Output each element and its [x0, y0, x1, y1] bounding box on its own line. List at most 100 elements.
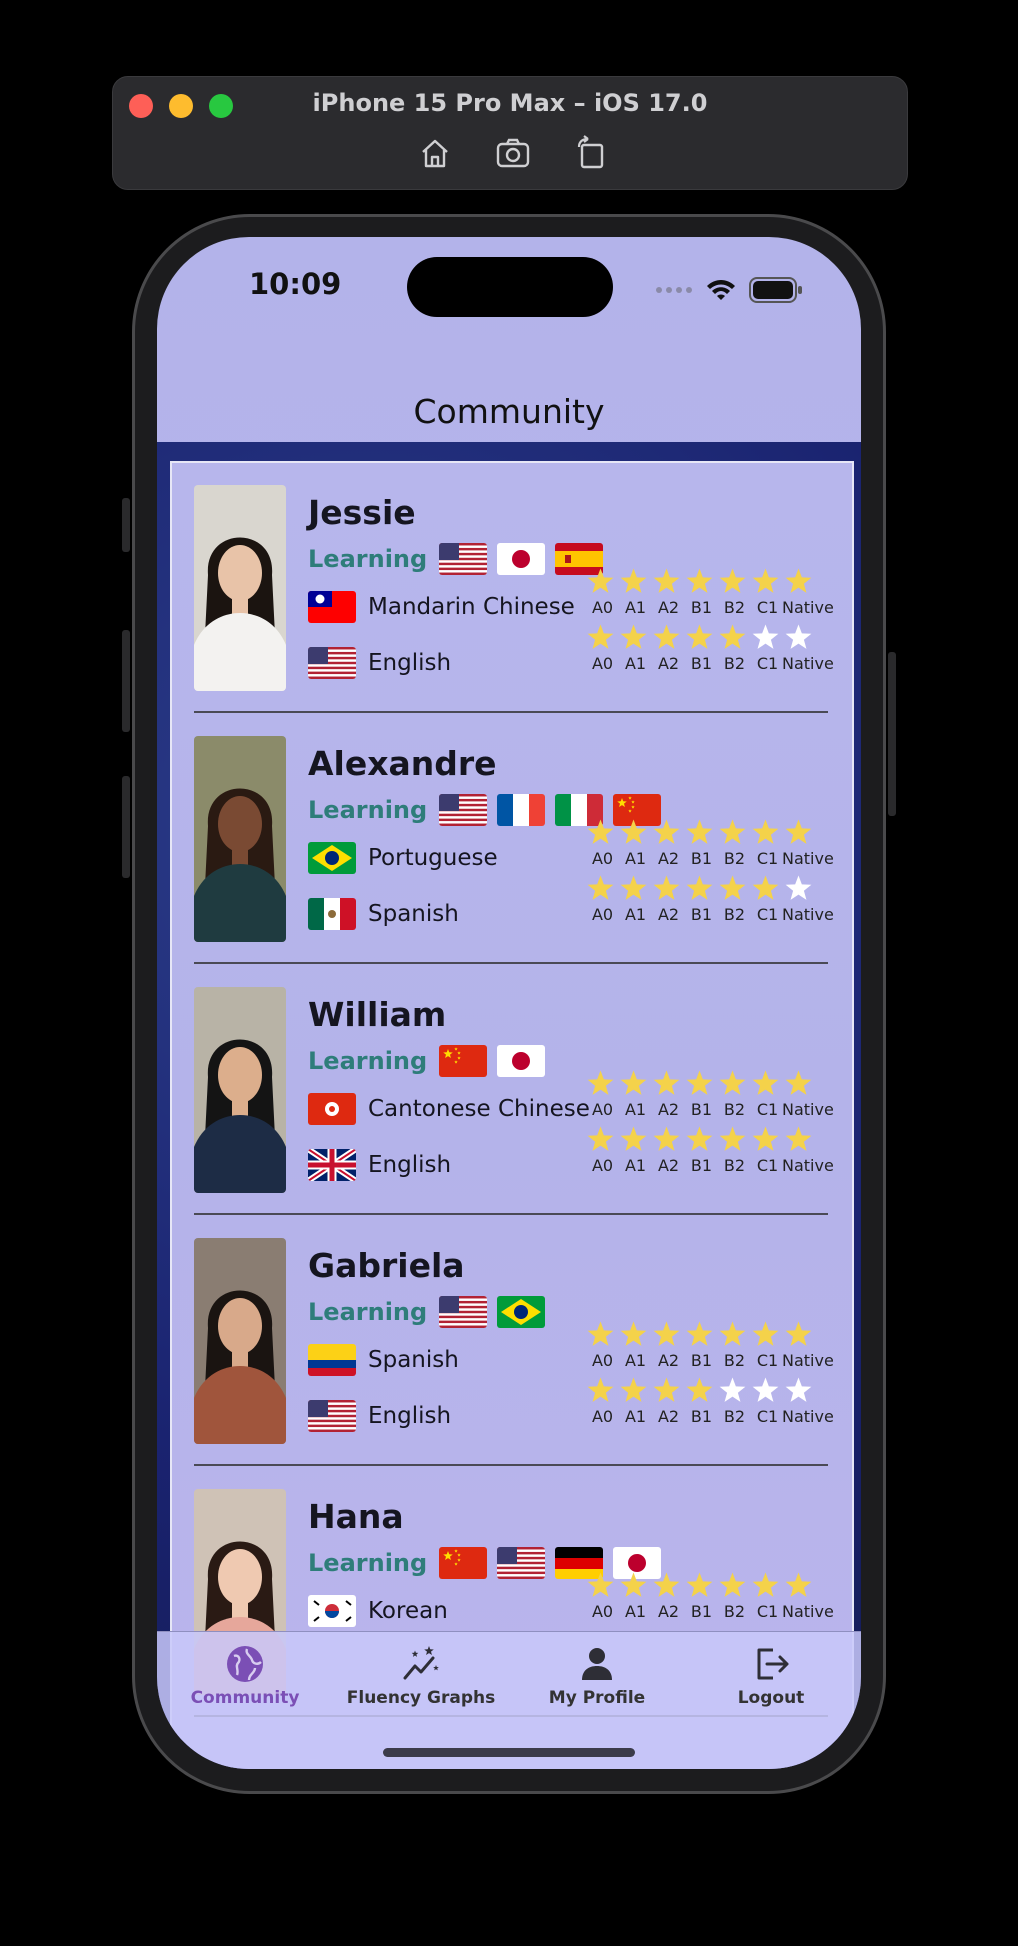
level-labels: A0 A1 A2 B1 B2 C1 Native	[586, 654, 838, 673]
user-name: Hana	[308, 1497, 404, 1536]
power-button	[888, 652, 896, 816]
card-divider	[194, 1213, 828, 1215]
native-language-row: Cantonese Chinese	[308, 1093, 590, 1125]
native-language-row: Mandarin Chinese	[308, 591, 575, 623]
level-label: A0	[591, 849, 614, 868]
level-label: Native	[782, 1156, 834, 1175]
star-filled-icon	[751, 818, 780, 847]
native-language-row: Spanish	[308, 898, 459, 930]
star-filled-icon	[784, 818, 813, 847]
user-card[interactable]: William Learning Cantonese Chinese A0 A1 A2 B1…	[194, 965, 834, 1215]
level-label: Native	[782, 1602, 834, 1621]
language-name: English	[368, 1403, 452, 1429]
person-icon	[517, 1644, 677, 1684]
star-filled-icon	[718, 874, 747, 903]
user-avatar[interactable]	[194, 485, 286, 691]
star-filled-icon	[619, 1125, 648, 1154]
star-filled-icon	[751, 1571, 780, 1600]
star-filled-icon	[685, 567, 714, 596]
level-label: A0	[591, 1351, 614, 1370]
rotate-icon[interactable]	[571, 135, 611, 171]
level-label: B1	[690, 1602, 713, 1621]
level-label: C1	[756, 1156, 779, 1175]
star-filled-icon	[619, 1320, 648, 1349]
tab-fluency-graphs[interactable]: Fluency Graphs	[341, 1644, 501, 1708]
language-name: Korean	[368, 1598, 448, 1624]
flag-br-icon	[497, 1296, 546, 1328]
flag-us-icon	[497, 1547, 546, 1579]
star-filled-icon	[685, 818, 714, 847]
user-name: Gabriela	[308, 1246, 465, 1285]
user-card[interactable]: Alexandre Learning Portuguese A0 A1 A2 B1 B2 C1 N…	[194, 714, 834, 964]
level-labels: A0 A1 A2 B1 B2 C1 Native	[586, 1351, 838, 1370]
user-card[interactable]: Gabriela Learning Spanish A0 A1 A2 B1 B2 C1 Nativ…	[194, 1216, 834, 1466]
tab-my-profile[interactable]: My Profile	[517, 1644, 677, 1708]
star-rating	[586, 621, 838, 653]
fluency-rating: A0 A1 A2 B1 B2 C1 Native	[586, 872, 838, 924]
star-filled-icon	[652, 874, 681, 903]
star-filled-icon	[784, 567, 813, 596]
flag-fr-icon	[497, 794, 546, 826]
star-filled-icon	[784, 1571, 813, 1600]
level-labels: A0 A1 A2 B1 B2 C1 Native	[586, 905, 838, 924]
flag-cn-icon	[439, 1045, 488, 1077]
flag-br-icon	[308, 842, 356, 874]
level-label: B2	[723, 598, 746, 617]
level-label: B2	[723, 905, 746, 924]
flag-us-icon	[439, 794, 488, 826]
level-label: A1	[624, 1351, 647, 1370]
sparkle-chart-icon	[341, 1644, 501, 1684]
home-icon[interactable]	[415, 135, 455, 171]
language-name: Mandarin Chinese	[368, 594, 575, 620]
star-filled-icon	[586, 1069, 615, 1098]
level-label: B2	[723, 849, 746, 868]
level-label: C1	[756, 1602, 779, 1621]
learning-row: Learning	[308, 1296, 546, 1328]
flag-us-icon	[308, 1400, 356, 1432]
tab-logout[interactable]: Logout	[691, 1644, 851, 1708]
user-avatar[interactable]	[194, 987, 286, 1193]
level-label: C1	[756, 598, 779, 617]
star-filled-icon	[586, 1571, 615, 1600]
level-label: A2	[657, 1602, 680, 1621]
tab-label: Fluency Graphs	[346, 1688, 496, 1708]
page-title: Community	[413, 392, 605, 431]
level-label: C1	[756, 849, 779, 868]
logout-icon	[691, 1644, 851, 1684]
level-label: A2	[657, 598, 680, 617]
level-label: Native	[782, 1100, 834, 1119]
level-labels: A0 A1 A2 B1 B2 C1 Native	[586, 849, 838, 868]
learning-label: Learning	[308, 545, 428, 573]
flag-tw-icon	[308, 591, 356, 623]
user-name: Jessie	[308, 493, 416, 532]
language-name: Spanish	[368, 1347, 459, 1373]
star-filled-icon	[586, 818, 615, 847]
home-indicator[interactable]	[383, 1748, 635, 1757]
level-label: B1	[690, 1407, 713, 1426]
user-card[interactable]: Jessie Learning Mandarin Chinese A0 A1 A2 B1 B2…	[194, 463, 834, 713]
level-label: B1	[690, 849, 713, 868]
card-divider	[194, 962, 828, 964]
language-name: Cantonese Chinese	[368, 1096, 590, 1122]
level-label: B2	[723, 1351, 746, 1370]
star-filled-icon	[586, 623, 615, 652]
user-avatar[interactable]	[194, 1238, 286, 1444]
level-label: A1	[624, 654, 647, 673]
level-label: A1	[624, 1407, 647, 1426]
star-filled-icon	[652, 623, 681, 652]
dynamic-island	[407, 257, 613, 317]
screenshot-icon[interactable]	[493, 135, 533, 171]
level-label: Native	[782, 1407, 834, 1426]
level-label: C1	[756, 1351, 779, 1370]
level-label: Native	[782, 654, 834, 673]
star-rating	[586, 872, 838, 904]
star-filled-icon	[751, 1069, 780, 1098]
level-label: A1	[624, 1156, 647, 1175]
level-label: C1	[756, 654, 779, 673]
user-avatar[interactable]	[194, 736, 286, 942]
star-filled-icon	[685, 1069, 714, 1098]
tab-community[interactable]: Community	[165, 1644, 325, 1708]
community-list[interactable]: Jessie Learning Mandarin Chinese A0 A1 A2 B1 B2…	[170, 461, 854, 1769]
fluency-rating: A0 A1 A2 B1 B2 C1 Native	[586, 1569, 838, 1621]
level-label: A2	[657, 654, 680, 673]
